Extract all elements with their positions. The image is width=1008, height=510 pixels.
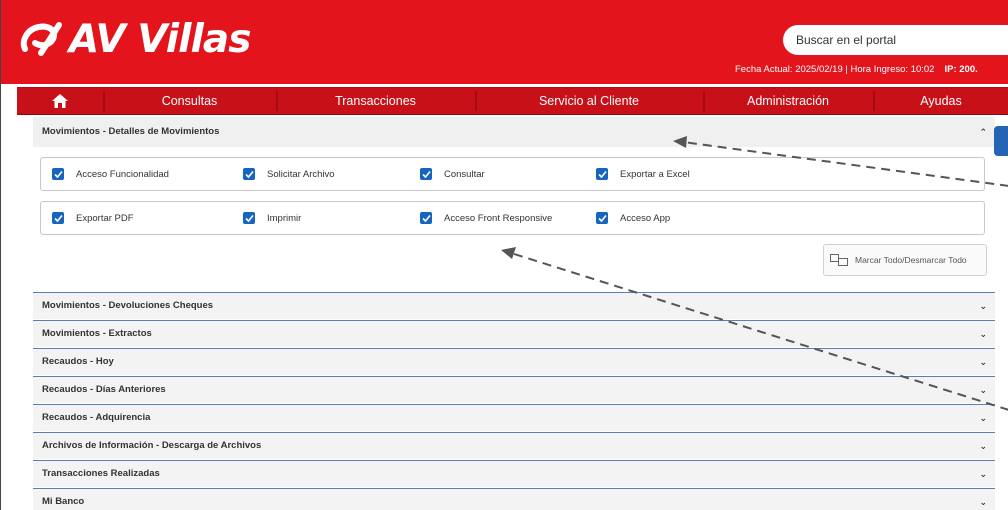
- accordion-label: Movimientos - Extractos: [42, 328, 152, 339]
- checkbox-checked-icon[interactable]: [52, 212, 64, 224]
- chevron-down-icon: ⌄: [979, 413, 987, 423]
- checkbox-checked-icon[interactable]: [243, 168, 255, 180]
- accordion-label: Movimientos - Devoluciones Cheques: [42, 300, 214, 311]
- search-input[interactable]: Buscar en el portal: [783, 25, 1008, 55]
- accordion-item[interactable]: Recaudos - Adquirencia ⌄: [33, 404, 995, 431]
- accordion-label: Transacciones Realizadas: [42, 468, 160, 479]
- checkbox-checked-icon[interactable]: [420, 168, 432, 180]
- accordion-item[interactable]: Movimientos - Extractos ⌄: [33, 320, 995, 347]
- nav-servicio-cliente[interactable]: Servicio al Cliente: [475, 87, 703, 115]
- permission-acceso-funcionalidad[interactable]: Acceso Funcionalidad: [52, 168, 169, 180]
- checkbox-checked-icon[interactable]: [596, 168, 608, 180]
- accordion-item[interactable]: Transacciones Realizadas ⌄: [33, 460, 995, 487]
- chevron-down-icon: ⌄: [979, 385, 987, 395]
- session-ip: IP: 200.: [944, 64, 978, 75]
- permission-solicitar-archivo[interactable]: Solicitar Archivo: [243, 168, 335, 180]
- main-nav: Consultas Transacciones Servicio al Clie…: [17, 87, 1008, 115]
- accordion-label: Recaudos - Adquirencia: [42, 412, 151, 423]
- accordion-item[interactable]: Mi Banco ⌄: [33, 488, 995, 510]
- av-villas-logo-icon: [20, 22, 62, 56]
- brand-name: AV Villas: [69, 16, 251, 62]
- nav-transacciones[interactable]: Transacciones: [276, 87, 475, 115]
- checkbox-checked-icon[interactable]: [243, 212, 255, 224]
- brand-logo[interactable]: AV Villas: [19, 14, 251, 64]
- accordion-label: Recaudos - Hoy: [42, 356, 114, 367]
- permission-imprimir[interactable]: Imprimir: [243, 212, 301, 224]
- accordion-label: Recaudos - Días Anteriores: [42, 384, 166, 395]
- home-icon: [52, 94, 68, 108]
- permission-exportar-pdf[interactable]: Exportar PDF: [52, 212, 134, 224]
- accordion-item[interactable]: Recaudos - Días Anteriores ⌄: [33, 376, 995, 403]
- permission-label: Acceso App: [620, 212, 671, 224]
- mark-all-label: Marcar Todo/Desmarcar Todo: [855, 255, 967, 265]
- chevron-down-icon: ⌄: [979, 301, 987, 311]
- chevron-down-icon: ⌄: [979, 469, 987, 479]
- nav-administracion[interactable]: Administración: [703, 87, 873, 115]
- permissions-row-2: Exportar PDF Imprimir Acceso Front Respo…: [40, 201, 985, 235]
- permissions-row-1: Acceso Funcionalidad Solicitar Archivo C…: [40, 157, 985, 191]
- side-panel-toggle-button[interactable]: [994, 126, 1008, 156]
- checkbox-checked-icon[interactable]: [52, 168, 64, 180]
- session-date-time: Fecha Actual: 2025/02/19 | Hora Ingreso:…: [735, 64, 935, 75]
- permissions-panel: Movimientos - Detalles de Movimientos ⌃ …: [33, 117, 995, 510]
- permission-label: Acceso Front Responsive: [444, 212, 553, 224]
- permission-label: Consultar: [444, 168, 485, 180]
- permission-label: Imprimir: [267, 212, 302, 224]
- accordion-item[interactable]: Recaudos - Hoy ⌄: [33, 348, 995, 375]
- permission-exportar-excel[interactable]: Exportar a Excel: [596, 168, 690, 180]
- page-frame: AV Villas Buscar en el portal Fecha Actu…: [0, 0, 1008, 510]
- accordion-label: Archivos de Información - Descarga de Ar…: [42, 440, 262, 451]
- session-info: Fecha Actual: 2025/02/19 | Hora Ingreso:…: [735, 64, 978, 75]
- chevron-down-icon: ⌄: [979, 497, 987, 507]
- nav-consultas[interactable]: Consultas: [103, 87, 276, 115]
- checkbox-checked-icon[interactable]: [420, 212, 432, 224]
- permission-acceso-app[interactable]: Acceso App: [596, 212, 670, 224]
- chevron-up-icon[interactable]: ⌃: [979, 117, 987, 147]
- nav-ayudas[interactable]: Ayudas: [873, 87, 1008, 115]
- permission-label: Exportar a Excel: [620, 168, 690, 180]
- mark-all-button[interactable]: Marcar Todo/Desmarcar Todo: [823, 244, 987, 276]
- section-title: Movimientos - Detalles de Movimientos: [42, 126, 220, 137]
- permission-label: Acceso Funcionalidad: [76, 168, 169, 180]
- permission-label: Exportar PDF: [76, 212, 134, 224]
- permission-label: Solicitar Archivo: [267, 168, 335, 180]
- toggle-select-icon: [830, 254, 848, 266]
- header-bar: AV Villas Buscar en el portal Fecha Actu…: [1, 0, 1008, 84]
- permission-consultar[interactable]: Consultar: [420, 168, 485, 180]
- accordion-item[interactable]: Archivos de Información - Descarga de Ar…: [33, 432, 995, 459]
- permission-acceso-front-responsive[interactable]: Acceso Front Responsive: [420, 212, 552, 224]
- accordion-label: Mi Banco: [42, 496, 85, 507]
- chevron-down-icon: ⌄: [979, 357, 987, 367]
- checkbox-checked-icon[interactable]: [596, 212, 608, 224]
- nav-home[interactable]: [17, 87, 103, 115]
- section-header-detalles[interactable]: Movimientos - Detalles de Movimientos ⌃: [33, 117, 995, 147]
- chevron-down-icon: ⌄: [979, 329, 987, 339]
- accordion-item[interactable]: Movimientos - Devoluciones Cheques ⌄: [33, 292, 995, 319]
- chevron-down-icon: ⌄: [979, 441, 987, 451]
